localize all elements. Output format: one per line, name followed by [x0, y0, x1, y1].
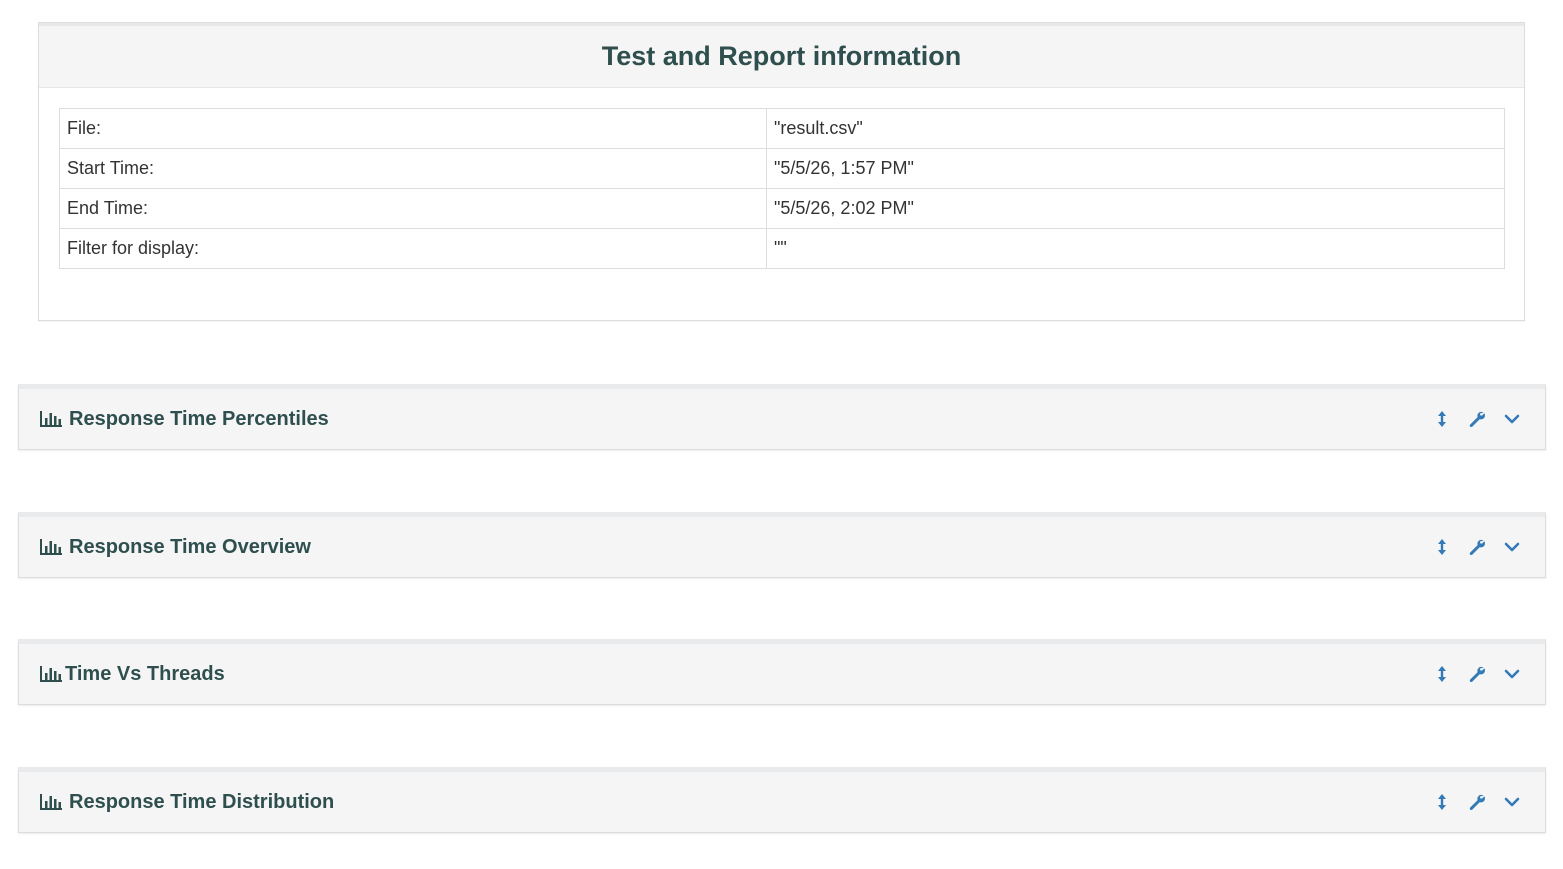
wrench-icon[interactable] [1468, 793, 1486, 811]
info-table: File: "result.csv" Start Time: "5/5/26, … [59, 108, 1505, 269]
bar-chart-icon [40, 665, 62, 683]
panel-tools [1433, 410, 1521, 428]
wrench-icon[interactable] [1468, 665, 1486, 683]
panel-title-text: Response Time Overview [69, 535, 311, 558]
row-label: Filter for display: [59, 228, 767, 269]
test-report-info-panel: Test and Report information File: "resul… [38, 22, 1525, 321]
panel-title-text: Response Time Percentiles [69, 407, 329, 430]
panel-title[interactable]: Response Time Distribution [40, 791, 334, 814]
panel-response-time-distribution[interactable]: Response Time Distribution [18, 767, 1546, 833]
wrench-icon[interactable] [1468, 410, 1486, 428]
panel-response-time-percentiles[interactable]: Response Time Percentiles [18, 384, 1546, 450]
row-label: End Time: [59, 188, 767, 229]
chevron-down-icon[interactable] [1503, 665, 1521, 683]
resize-vertical-icon[interactable] [1433, 410, 1451, 428]
row-value: "5/5/26, 1:57 PM" [766, 148, 1505, 189]
row-value: "5/5/26, 2:02 PM" [766, 188, 1505, 229]
info-panel-header: Test and Report information [39, 23, 1524, 88]
table-row: File: "result.csv" [59, 108, 1505, 149]
row-label: File: [59, 108, 767, 149]
panel-tools [1433, 665, 1521, 683]
info-panel-title: Test and Report information [601, 41, 962, 71]
panel-title[interactable]: Response Time Percentiles [40, 408, 329, 431]
panel-tools [1433, 538, 1521, 556]
row-label: Start Time: [59, 148, 767, 189]
panel-response-time-overview[interactable]: Response Time Overview [18, 512, 1546, 578]
panel-title-text: Time Vs Threads [65, 662, 225, 685]
resize-vertical-icon[interactable] [1433, 665, 1451, 683]
table-row: Filter for display: "" [59, 228, 1505, 269]
panel-title-text: Response Time Distribution [69, 790, 335, 813]
panel-time-vs-threads[interactable]: Time Vs Threads [18, 639, 1546, 705]
resize-vertical-icon[interactable] [1433, 538, 1451, 556]
bar-chart-icon [40, 538, 62, 556]
chevron-down-icon[interactable] [1503, 793, 1521, 811]
panel-tools [1433, 793, 1521, 811]
table-row: Start Time: "5/5/26, 1:57 PM" [59, 148, 1505, 189]
row-value: "result.csv" [766, 108, 1505, 149]
info-panel-body: File: "result.csv" Start Time: "5/5/26, … [39, 88, 1524, 289]
chevron-down-icon[interactable] [1503, 538, 1521, 556]
resize-vertical-icon[interactable] [1433, 793, 1451, 811]
wrench-icon[interactable] [1468, 538, 1486, 556]
bar-chart-icon [40, 410, 62, 428]
panel-title[interactable]: Response Time Overview [40, 536, 311, 559]
chevron-down-icon[interactable] [1503, 410, 1521, 428]
bar-chart-icon [40, 793, 62, 811]
table-row: End Time: "5/5/26, 2:02 PM" [59, 188, 1505, 229]
row-value: "" [766, 228, 1505, 269]
panel-title[interactable]: Time Vs Threads [40, 663, 225, 686]
